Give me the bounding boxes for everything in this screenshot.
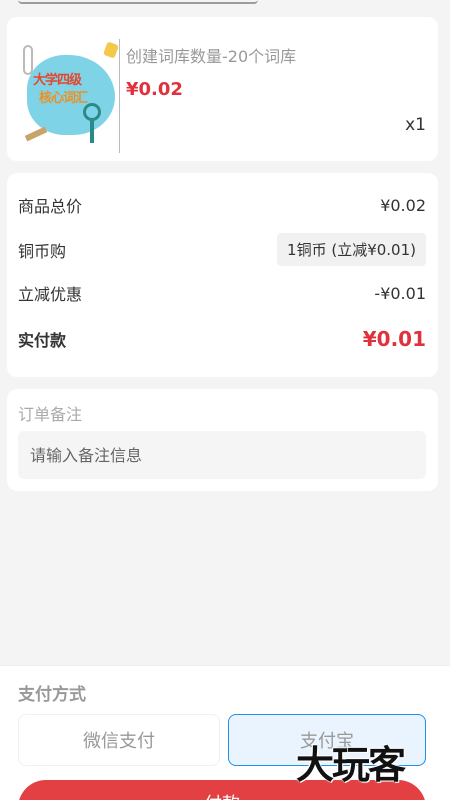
- product-price: ¥0.02: [126, 79, 183, 100]
- product-quantity: x1: [405, 115, 426, 135]
- total-price-label: 商品总价: [18, 197, 83, 216]
- wechat-pay-option[interactable]: 微信支付: [18, 714, 220, 766]
- discount-label: 立减优惠: [18, 285, 83, 304]
- order-summary-card: 商品总价 ¥0.02 铜币购 1铜币 (立减¥0.01) 立减优惠 -¥0.01…: [7, 173, 438, 377]
- discount-value: -¥0.01: [374, 283, 426, 303]
- remark-input[interactable]: [18, 431, 426, 479]
- total-price-row: 商品总价 ¥0.02: [18, 193, 426, 217]
- payment-method-title: 支付方式: [18, 685, 86, 705]
- product-title: 创建词库数量-20个词库: [126, 47, 297, 66]
- decorative-pencil-icon: [24, 126, 48, 142]
- total-price-value: ¥0.02: [380, 195, 426, 215]
- amount-paid-value: ¥0.01: [362, 327, 426, 351]
- coin-purchase-row: 铜币购 1铜币 (立减¥0.01): [18, 233, 426, 266]
- remark-title: 订单备注: [18, 405, 83, 424]
- product-card: 大学四级 核心词汇 创建词库数量-20个词库 ¥0.02 x1: [7, 17, 438, 161]
- coin-purchase-label: 铜币购: [18, 241, 67, 261]
- watermark-logo: 大玩客: [296, 743, 406, 787]
- clipped-header-fragment: [18, 0, 258, 4]
- amount-paid-label: 实付款: [18, 331, 67, 350]
- thumbnail-text-line1: 大学四级: [33, 73, 82, 88]
- coin-purchase-selector[interactable]: 1铜币 (立减¥0.01): [277, 233, 426, 266]
- discount-row: 立减优惠 -¥0.01: [18, 281, 426, 305]
- thumbnail-text-line2: 核心词汇: [39, 91, 88, 106]
- amount-paid-row: 实付款 ¥0.01: [18, 327, 426, 351]
- decorative-tag-icon: [102, 41, 119, 59]
- key-stem: [90, 119, 94, 143]
- decorative-key-icon: [23, 45, 33, 75]
- order-remark-card: 订单备注: [7, 389, 438, 491]
- pay-button-label: 付款: [18, 790, 426, 800]
- product-thumbnail[interactable]: 大学四级 核心词汇: [21, 39, 120, 153]
- top-clipped-bar: [0, 0, 450, 8]
